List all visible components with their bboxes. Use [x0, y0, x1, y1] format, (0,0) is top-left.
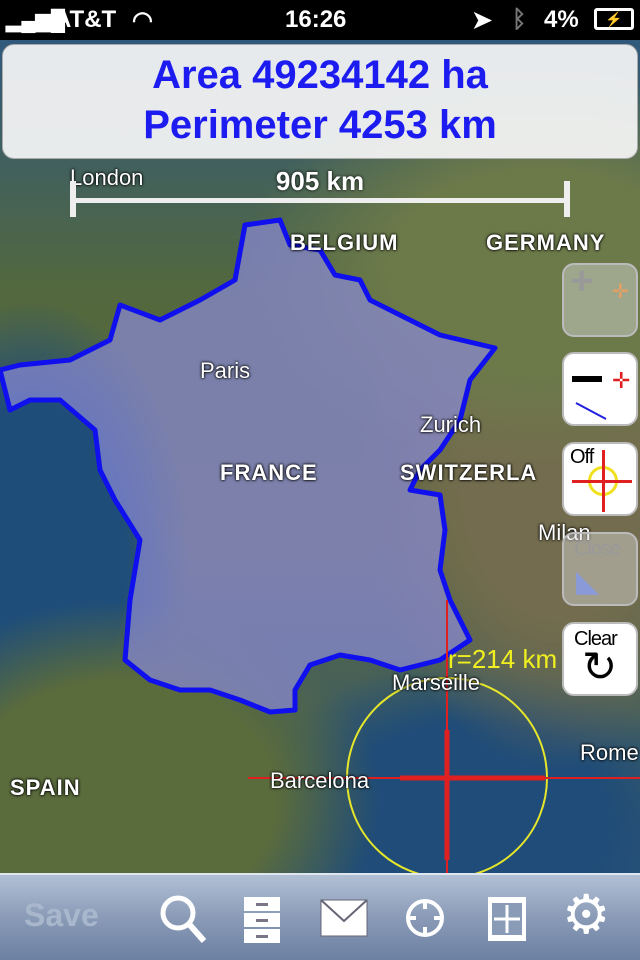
remove-point-button[interactable]: ✛	[562, 352, 638, 426]
crosshair-off-button[interactable]: Off	[562, 442, 638, 516]
target-icon: ✛	[612, 368, 631, 393]
locate-icon[interactable]	[404, 893, 446, 943]
search-icon[interactable]	[158, 893, 208, 943]
gear-icon[interactable]: ⚙	[562, 885, 610, 945]
map-label-paris: Paris	[200, 358, 251, 383]
bluetooth-icon: ᛒ	[512, 6, 527, 33]
refresh-icon: ↻	[582, 643, 618, 690]
map-label-rome: Rome	[580, 740, 639, 765]
fit-extent-icon[interactable]	[486, 893, 528, 943]
carrier: AT&T	[54, 6, 117, 33]
map-label-switzerland: SWITZERLA	[400, 460, 538, 485]
battery-charging-icon: ⚡	[594, 8, 634, 30]
scale-bar: 905 km	[70, 166, 570, 217]
location-icon: ➤	[472, 7, 493, 34]
map-label-germany: GERMANY	[486, 230, 606, 255]
save-button[interactable]: Save	[24, 897, 99, 947]
time: 16:26	[285, 6, 347, 33]
map-label-zurich: Zurich	[420, 412, 482, 437]
measurement-panel: Area 49234142 ha Perimeter 4253 km	[2, 44, 638, 159]
arrow-icon: ◣	[576, 565, 600, 598]
battery-level: 4%	[544, 6, 579, 33]
bottom-toolbar: Save ⚙	[0, 873, 640, 960]
close-label: Close	[574, 538, 621, 560]
add-point-button[interactable]: + ✛	[562, 263, 638, 337]
wifi-icon: ◠	[132, 7, 153, 34]
mail-icon[interactable]	[320, 899, 370, 949]
map-label-belgium: BELGIUM	[290, 230, 399, 255]
map-label-barcelona: Barcelona	[270, 768, 370, 793]
target-icon: ✛	[612, 281, 629, 303]
map-view[interactable]: London BELGIUM GERMANY Paris Zurich FRAN…	[0, 40, 640, 873]
off-label: Off	[570, 446, 594, 468]
close-polygon-button[interactable]: Close ◣	[562, 532, 638, 606]
area-readout: Area 49234142 ha	[152, 53, 488, 97]
minus-icon	[572, 376, 602, 382]
status-bar: ▂▄▆█ AT&T ◠ 16:26 ➤ ᛒ 4% ⚡	[0, 0, 640, 40]
plus-icon: +	[570, 263, 594, 303]
clear-button[interactable]: Clear ↻	[562, 622, 638, 696]
map-label-spain: SPAIN	[10, 775, 81, 800]
perimeter-readout: Perimeter 4253 km	[143, 103, 497, 147]
files-icon[interactable]	[244, 893, 282, 943]
radius-label: r=214 km	[448, 644, 558, 674]
map-label-france: FRANCE	[220, 460, 318, 485]
scale-label: 905 km	[275, 166, 365, 196]
